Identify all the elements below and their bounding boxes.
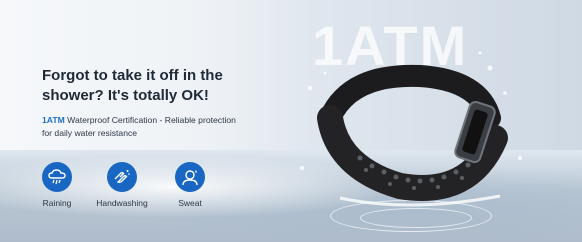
rating-highlight: 1ATM — [42, 115, 65, 125]
banner-description: 1ATM Waterproof Certification - Reliable… — [42, 114, 242, 140]
handwashing-icon — [107, 162, 137, 192]
feature-handwashing: Handwashing — [87, 162, 157, 208]
rain-cloud-icon — [42, 162, 72, 192]
fitness-band-image — [300, 51, 522, 207]
description-text: Waterproof Certification - Reliable prot… — [42, 115, 236, 138]
feature-label: Sweat — [178, 198, 202, 208]
feature-label: Handwashing — [96, 198, 148, 208]
waterproof-banner: 1ATM Forgot to take it off in the shower… — [0, 0, 582, 242]
feature-raining: Raining — [22, 162, 92, 208]
feature-sweat: Sweat — [155, 162, 225, 208]
banner-headline: Forgot to take it off in the shower? It'… — [42, 67, 223, 104]
feature-label: Raining — [42, 198, 72, 208]
sweat-person-icon — [175, 162, 205, 192]
